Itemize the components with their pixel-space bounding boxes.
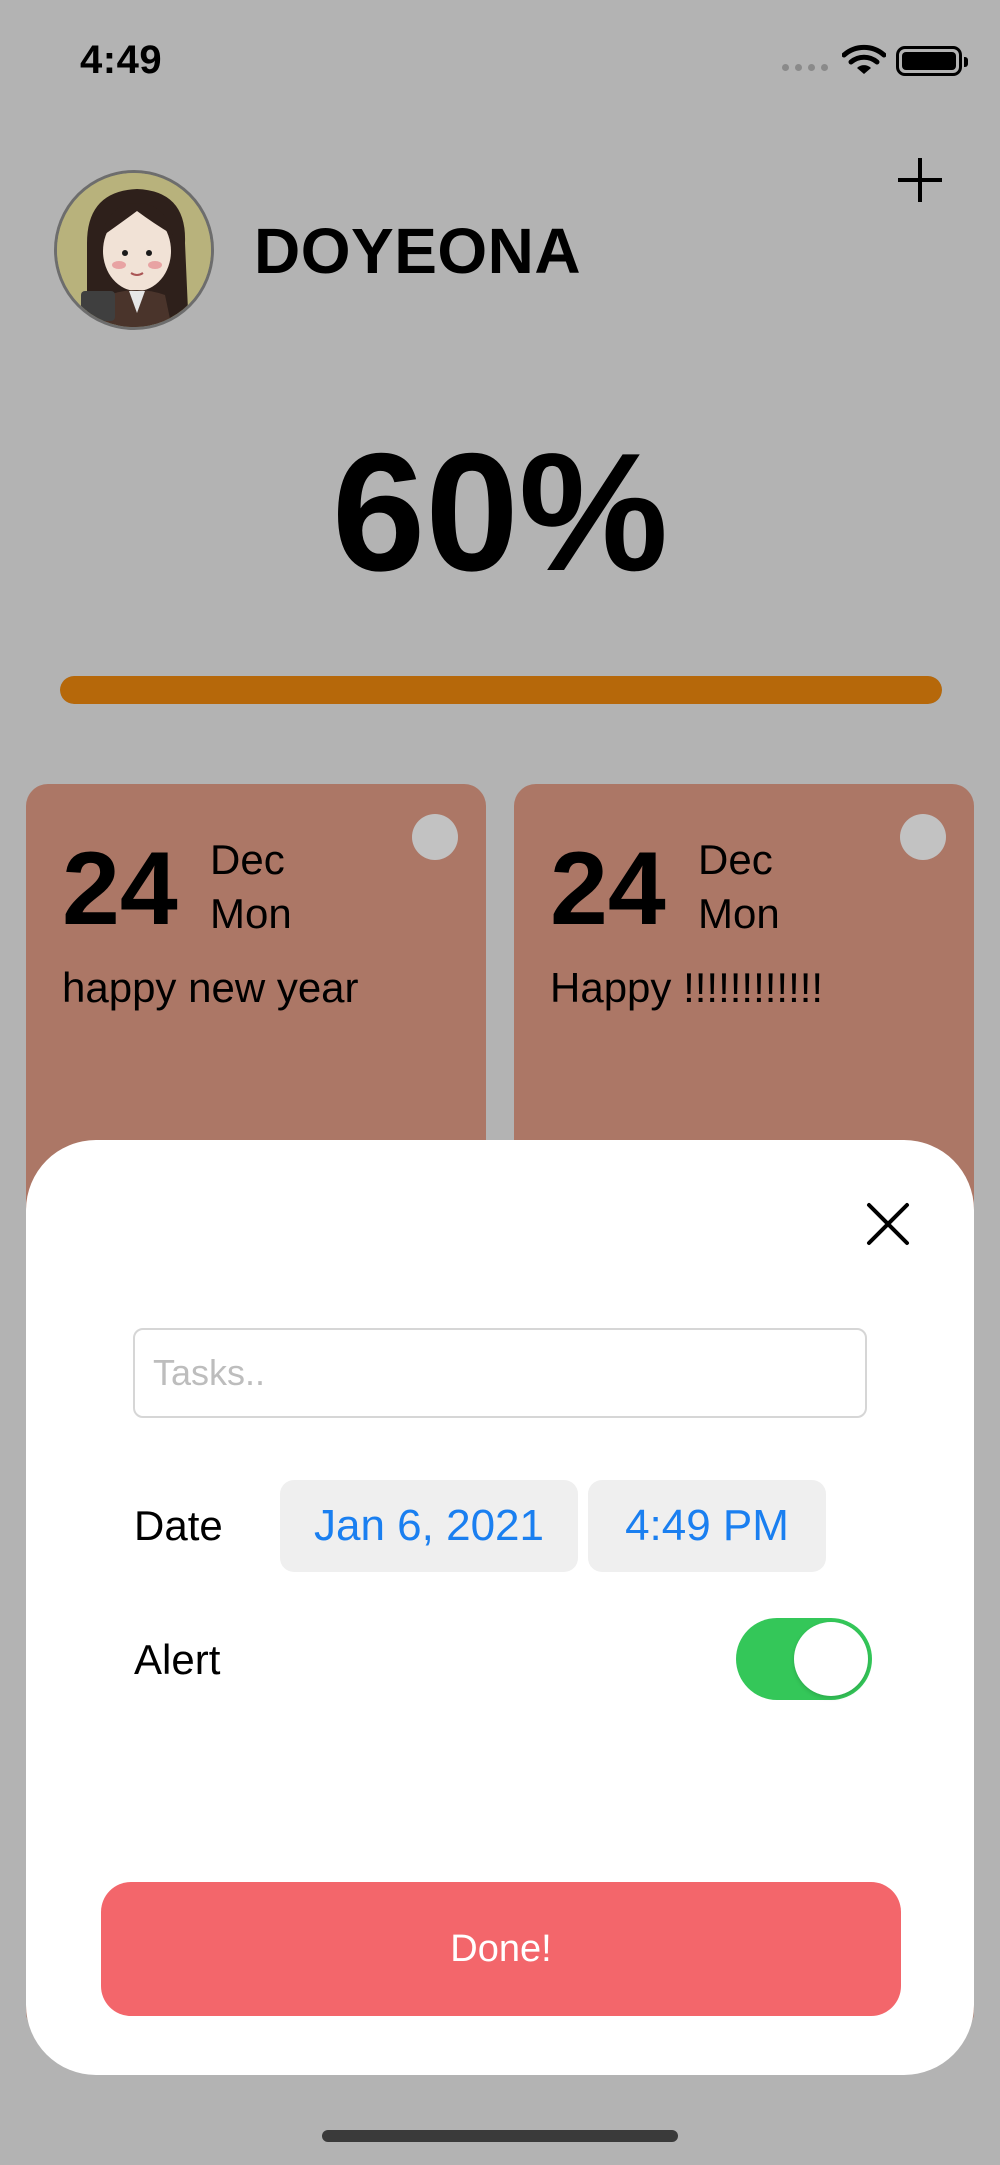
- alert-toggle-knob: [794, 1622, 868, 1696]
- done-button[interactable]: Done!: [101, 1882, 901, 2016]
- avatar[interactable]: [54, 170, 214, 330]
- card-month: Dec: [210, 836, 285, 883]
- progress-bar: [60, 676, 942, 704]
- card-weekday: Mon: [210, 890, 292, 937]
- add-task-button[interactable]: [896, 156, 944, 204]
- date-picker[interactable]: Jan 6, 2021: [280, 1480, 578, 1572]
- home-indicator[interactable]: [322, 2130, 678, 2142]
- cellular-icon: [782, 64, 828, 71]
- card-day: 24: [550, 831, 666, 947]
- username: DOYEONA: [254, 215, 582, 287]
- card-weekday: Mon: [698, 890, 780, 937]
- card-day: 24: [62, 831, 178, 947]
- card-complete-checkbox[interactable]: [412, 814, 458, 860]
- avatar-illustration: [57, 173, 211, 327]
- card-month: Dec: [698, 836, 773, 883]
- progress-percent: 60%: [331, 418, 669, 606]
- card-task-text: happy new year: [62, 964, 359, 1011]
- close-icon[interactable]: [864, 1200, 912, 1248]
- time-picker[interactable]: 4:49 PM: [588, 1480, 826, 1572]
- progress-bar-fill: [60, 676, 942, 704]
- task-input[interactable]: [133, 1328, 867, 1418]
- wifi-icon: [842, 44, 886, 74]
- date-label: Date: [134, 1502, 223, 1549]
- card-task-text: Happy !!!!!!!!!!!!: [550, 964, 824, 1011]
- add-task-sheet: Date Jan 6, 2021 4:49 PM Alert Done!: [26, 1140, 974, 2075]
- alert-toggle[interactable]: [736, 1618, 872, 1700]
- alert-label: Alert: [134, 1636, 221, 1683]
- battery-icon: [896, 46, 968, 76]
- status-time: 4:49: [80, 38, 163, 82]
- card-complete-checkbox[interactable]: [900, 814, 946, 860]
